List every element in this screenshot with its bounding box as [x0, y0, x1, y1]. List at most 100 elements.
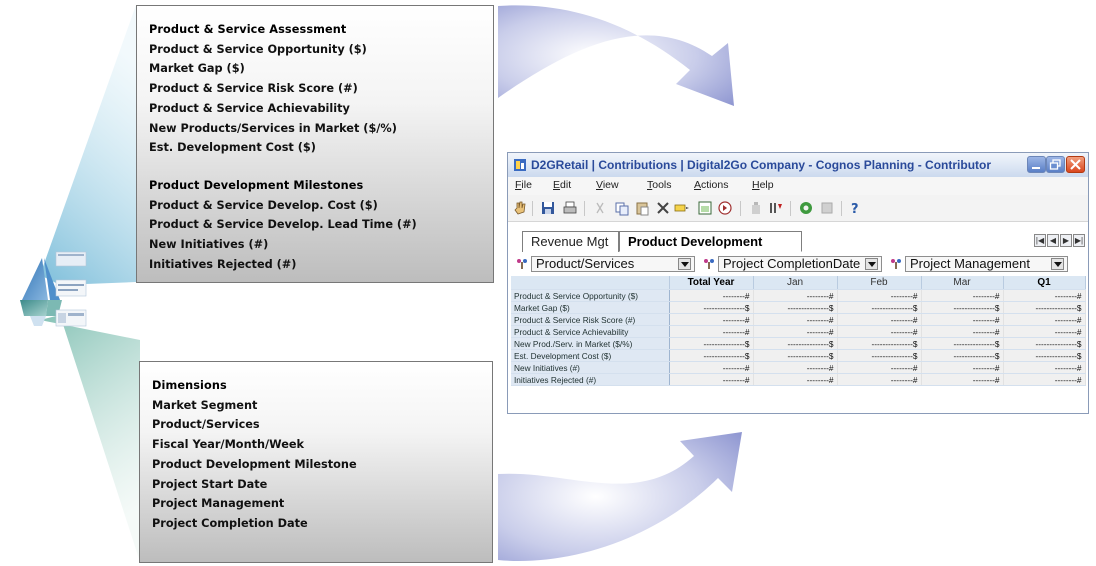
spreadsheet-icon[interactable]	[697, 200, 713, 216]
grid-cell[interactable]: --------#	[837, 325, 922, 338]
menu-view[interactable]: View	[596, 179, 619, 191]
highlight-icon[interactable]	[674, 200, 690, 216]
grid-cell[interactable]: --------#	[1003, 361, 1086, 374]
grid-cell[interactable]: --------#	[753, 373, 838, 386]
menu-file[interactable]: File	[515, 179, 532, 191]
grid-cell[interactable]: ---------------$	[669, 337, 754, 350]
milestone-item: Product & Service Develop. Cost ($)	[149, 198, 378, 212]
paste-icon[interactable]	[634, 200, 650, 216]
hand-icon[interactable]	[512, 200, 528, 216]
grid-cell[interactable]: ---------------$	[1003, 337, 1086, 350]
grid-cell[interactable]: --------#	[921, 373, 1004, 386]
table-row: Product & Service Risk Score (#) --------…	[511, 313, 1086, 326]
delete-icon[interactable]	[655, 200, 671, 216]
tool-disabled-icon[interactable]	[748, 200, 764, 216]
grid-cell[interactable]: ---------------$	[1003, 301, 1086, 314]
grid-cell[interactable]: --------#	[1003, 289, 1086, 302]
grid-cell[interactable]: --------#	[669, 289, 754, 302]
grid-cell[interactable]: --------#	[753, 289, 838, 302]
grid-cell[interactable]: ---------------$	[669, 349, 754, 362]
grid-cell[interactable]: ---------------$	[921, 337, 1004, 350]
grid-cell[interactable]: --------#	[921, 325, 1004, 338]
contribution-grid: Total Year Jan Feb Mar Q1 Product & Serv…	[511, 276, 1086, 386]
print-icon[interactable]	[562, 200, 578, 216]
menu-help[interactable]: Help	[752, 179, 774, 191]
grid-cell[interactable]: --------#	[669, 325, 754, 338]
dimension-selectors: Product/Services Project CompletionDate …	[508, 254, 1088, 275]
window-title: D2GRetail | Contributions | Digital2Go C…	[531, 158, 992, 172]
assessment-heading: Product & Service Assessment	[149, 23, 347, 36]
menu-edit[interactable]: Edit	[553, 179, 571, 191]
refresh-icon[interactable]	[798, 200, 814, 216]
save-icon[interactable]	[540, 200, 556, 216]
close-button[interactable]	[1066, 156, 1085, 173]
product-services-select[interactable]: Product/Services	[531, 256, 695, 272]
grid-cell[interactable]: ---------------$	[837, 337, 922, 350]
grid-cell[interactable]: ---------------$	[1003, 349, 1086, 362]
tab-last-button[interactable]: ▶|	[1073, 234, 1085, 247]
project-management-select[interactable]: Project Management	[905, 256, 1068, 272]
grid-cell[interactable]: --------#	[837, 373, 922, 386]
grid-cell[interactable]: --------#	[669, 373, 754, 386]
tab-next-button[interactable]: ▶	[1060, 234, 1072, 247]
grid-cell[interactable]: ---------------$	[753, 337, 838, 350]
dimension-item: Project Completion Date	[152, 516, 308, 530]
grid-cell[interactable]: --------#	[837, 289, 922, 302]
cut-icon[interactable]	[592, 200, 608, 216]
grid-cell[interactable]: --------#	[1003, 313, 1086, 326]
grid-cell[interactable]: --------#	[753, 361, 838, 374]
annotate-icon[interactable]	[718, 200, 734, 216]
minimize-button[interactable]	[1027, 156, 1046, 173]
row-label: Product & Service Opportunity ($)	[511, 289, 670, 302]
restore-icon	[1049, 159, 1061, 170]
dimension-item: Market Segment	[152, 398, 258, 412]
chevron-down-icon[interactable]	[678, 258, 691, 270]
grid-cell[interactable]: ---------------$	[753, 301, 838, 314]
table-row: Product & Service Achievability --------#…	[511, 325, 1086, 338]
grid-cell[interactable]: --------#	[753, 325, 838, 338]
grid-cell[interactable]: ---------------$	[669, 301, 754, 314]
dimensions-panel: Dimensions Market Segment Product/Servic…	[139, 361, 493, 563]
grid-cell[interactable]: --------#	[753, 313, 838, 326]
completion-date-select[interactable]: Project CompletionDate	[718, 256, 882, 272]
tab-revenue-mgt[interactable]: Revenue Mgt	[522, 231, 619, 252]
grid-cell[interactable]: ---------------$	[837, 349, 922, 362]
chevron-down-icon[interactable]	[865, 258, 878, 270]
row-label: New Prod./Serv. in Market ($/%)	[511, 337, 670, 350]
stop-icon[interactable]	[819, 200, 835, 216]
restore-button[interactable]	[1046, 156, 1065, 173]
tab-product-development[interactable]: Product Development	[619, 231, 802, 252]
grid-cell[interactable]: ---------------$	[921, 349, 1004, 362]
table-row: New Initiatives (#) --------# --------# ---…	[511, 361, 1086, 374]
grid-cell[interactable]: --------#	[669, 361, 754, 374]
milestone-item: New Initiatives (#)	[149, 238, 269, 252]
grid-cell[interactable]: ---------------$	[921, 301, 1004, 314]
grid-cell[interactable]: --------#	[1003, 373, 1086, 386]
tab-prev-button[interactable]: ◀	[1047, 234, 1059, 247]
assessment-item: Market Gap ($)	[149, 62, 245, 76]
table-row: New Prod./Serv. in Market ($/%) ---------…	[511, 337, 1086, 350]
grid-cell[interactable]: --------#	[921, 289, 1004, 302]
copy-icon[interactable]	[614, 200, 630, 216]
title-bar[interactable]: D2GRetail | Contributions | Digital2Go C…	[508, 153, 1088, 177]
grid-cell[interactable]: ---------------$	[753, 349, 838, 362]
grid-cell[interactable]: --------#	[921, 313, 1004, 326]
grid-cell[interactable]: --------#	[669, 313, 754, 326]
chevron-down-icon[interactable]	[1051, 258, 1064, 270]
help-icon[interactable]: ?	[847, 200, 863, 216]
dimension-item: Project Management	[152, 497, 285, 511]
grid-cell[interactable]: --------#	[921, 361, 1004, 374]
grid-cell[interactable]: --------#	[1003, 325, 1086, 338]
assessment-item: Product & Service Risk Score (#)	[149, 82, 358, 96]
grid-cell[interactable]: --------#	[837, 361, 922, 374]
table-row: Initiatives Rejected (#) --------# -------…	[511, 373, 1086, 386]
row-label: Product & Service Risk Score (#)	[511, 313, 670, 326]
dimension-item: Fiscal Year/Month/Week	[152, 438, 305, 452]
grid-cell[interactable]: ---------------$	[837, 301, 922, 314]
tab-first-button[interactable]: |◀	[1034, 234, 1046, 247]
menu-actions[interactable]: Actions	[694, 179, 728, 191]
filter-icon[interactable]	[768, 200, 784, 216]
grid-cell[interactable]: --------#	[837, 313, 922, 326]
dimension-item: Project Start Date	[152, 477, 268, 491]
menu-tools[interactable]: Tools	[647, 179, 672, 191]
